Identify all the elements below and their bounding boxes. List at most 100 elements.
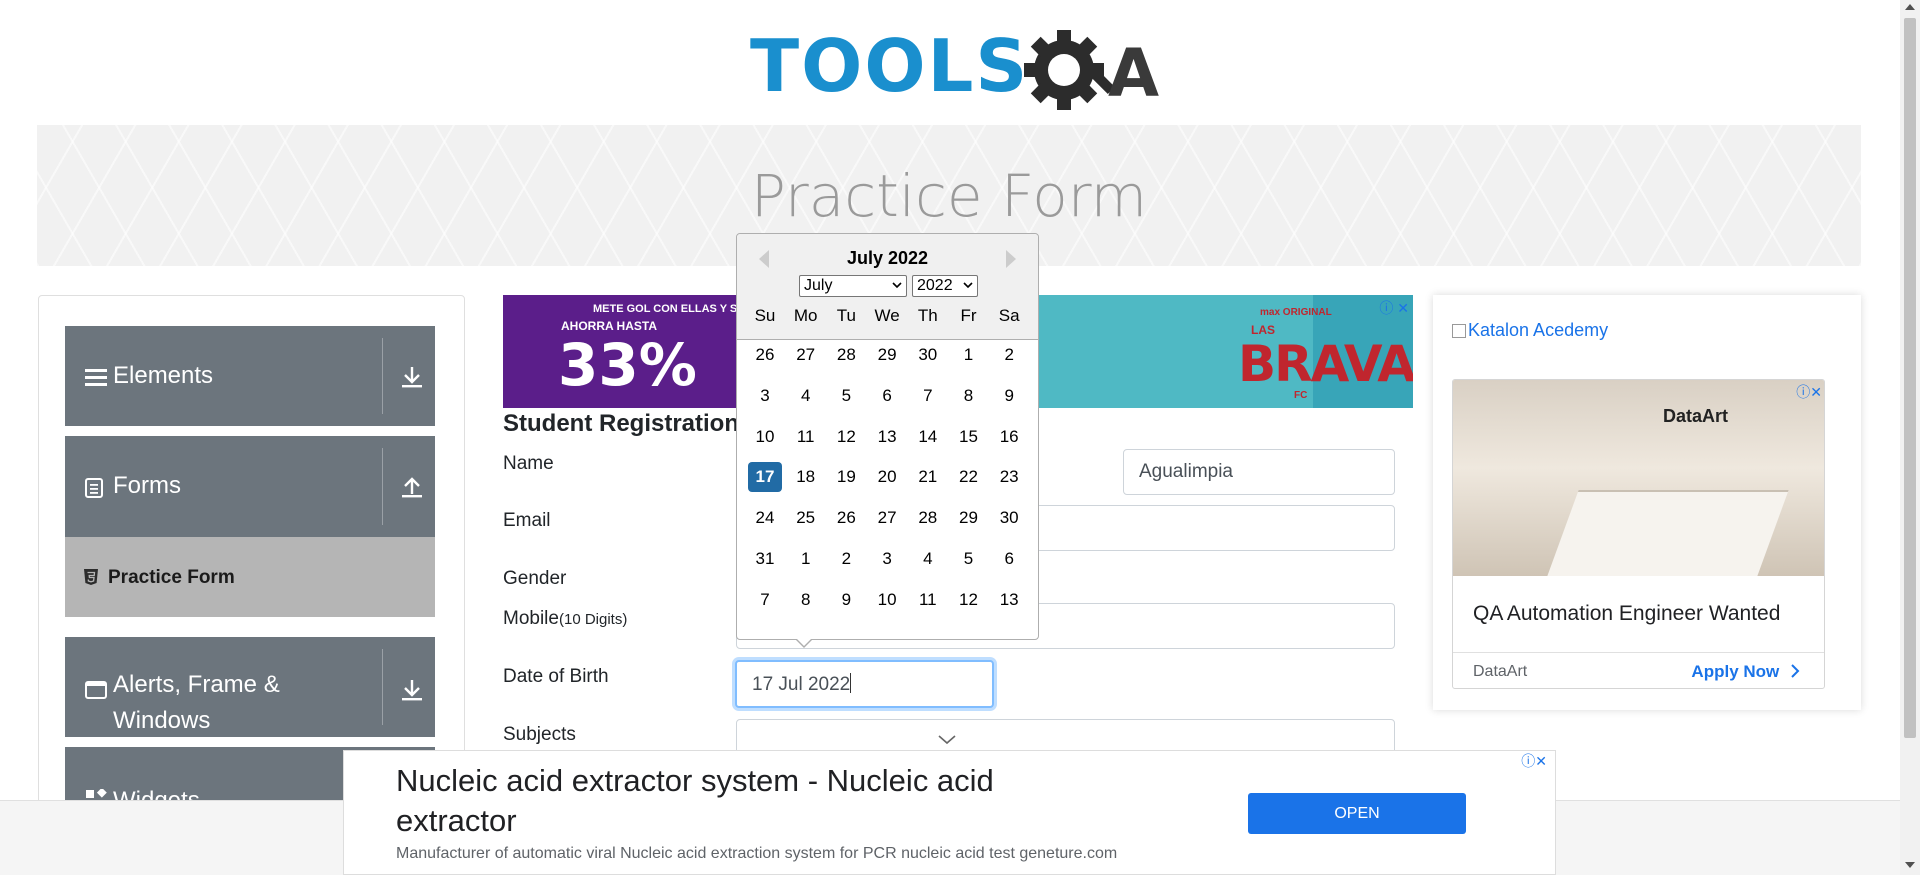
day-cell[interactable]: 12 [952, 585, 986, 615]
next-month-icon[interactable] [1006, 250, 1016, 268]
day-selected[interactable]: 17 [748, 462, 782, 493]
day-cell[interactable]: 28 [829, 340, 863, 370]
weekday-label: Fr [960, 306, 977, 325]
day-cell[interactable]: 13 [870, 422, 904, 452]
month-select[interactable]: July [799, 275, 907, 297]
scrollbar[interactable] [1900, 0, 1920, 875]
day-cell[interactable]: 11 [911, 585, 945, 615]
scroll-up-icon[interactable] [1905, 4, 1915, 10]
day-cell[interactable]: 29 [870, 340, 904, 370]
ad-brand: DataArt [1473, 663, 1528, 680]
day-cell[interactable]: 3 [870, 544, 904, 574]
day-cell[interactable]: 5 [829, 381, 863, 411]
katalon-ad-text: Katalon Acedemy [1468, 320, 1609, 340]
toolsqa-logo[interactable]: TOOLS A [750, 18, 1159, 114]
day-cell[interactable]: 29 [952, 503, 986, 533]
last-name-input[interactable]: Agualimpia [1123, 449, 1395, 495]
day-cell[interactable]: 8 [952, 381, 986, 411]
day-cell[interactable]: 30 [911, 340, 945, 370]
day-cell[interactable]: 18 [789, 462, 823, 492]
date-of-birth-input[interactable]: 17 Jul 2022 [735, 660, 994, 708]
sidebar-group-label: Forms [113, 472, 181, 499]
day-cell[interactable]: 31 [748, 544, 782, 574]
day-cell[interactable]: 26 [748, 340, 782, 370]
day-cell[interactable]: 13 [992, 585, 1026, 615]
scrollbar-thumb[interactable] [1904, 18, 1916, 738]
day-cell[interactable]: 7 [748, 585, 782, 615]
day-cell[interactable]: 9 [992, 381, 1026, 411]
apply-now-button[interactable]: Apply Now [1691, 662, 1800, 682]
day-cell[interactable]: 20 [870, 462, 904, 492]
day-cell[interactable]: 16 [992, 422, 1026, 452]
download-icon[interactable] [399, 364, 425, 390]
day-cell[interactable]: 25 [789, 503, 823, 533]
year-select[interactable]: 2022 [912, 275, 978, 297]
day-cell[interactable]: 26 [829, 503, 863, 533]
sidebar-group-alerts[interactable]: Alerts, Frame & Windows [65, 637, 435, 737]
ad-description: Manufacturer of automatic viral Nucleic … [396, 845, 1118, 862]
day-cell[interactable]: 28 [911, 503, 945, 533]
divider [1453, 652, 1824, 653]
divider [382, 338, 383, 414]
dob-value: 17 Jul 2022 [752, 674, 851, 695]
sidebar-group-elements[interactable]: Elements [65, 326, 435, 426]
day-cell[interactable]: 21 [911, 462, 945, 492]
chevron-right-icon [1791, 664, 1800, 678]
day-cell[interactable]: 6 [870, 381, 904, 411]
day-cell[interactable]: 1 [952, 340, 986, 370]
katalon-ad-link[interactable]: Katalon Acedemy [1452, 320, 1608, 341]
day-cell[interactable]: 30 [992, 503, 1026, 533]
day-cell[interactable]: 27 [789, 340, 823, 370]
ad-banner-bottom[interactable]: Nucleic acid extractor system - Nucleic … [343, 750, 1556, 875]
ad-headline[interactable]: Nucleic acid extractor system - Nucleic … [396, 761, 1116, 841]
day-cell[interactable]: 15 [952, 422, 986, 452]
day-cell[interactable]: 27 [870, 503, 904, 533]
download-icon[interactable] [399, 677, 425, 703]
ad-close-icon[interactable]: ⓘ✕ [1521, 751, 1547, 771]
upload-icon[interactable] [399, 474, 425, 500]
day-cell[interactable]: 10 [748, 422, 782, 452]
hamburger-icon [85, 369, 107, 386]
day-cell[interactable]: 5 [952, 544, 986, 574]
day-cell[interactable]: 6 [992, 544, 1026, 574]
day-cell[interactable]: 10 [870, 585, 904, 615]
label-mobile-text: Mobile [503, 608, 559, 629]
day-cell[interactable]: 2 [992, 340, 1026, 370]
scroll-down-icon[interactable] [1905, 862, 1915, 868]
day-cell[interactable]: 14 [911, 422, 945, 452]
dataart-ad-card[interactable]: DataArt ⓘ✕ QA Automation Engineer Wanted… [1452, 379, 1825, 689]
ad-sidebar-right: Katalon Acedemy DataArt ⓘ✕ QA Automation… [1433, 295, 1861, 710]
day-cell[interactable]: 8 [789, 585, 823, 615]
label-mobile-hint: (10 Digits) [558, 611, 628, 628]
sidebar: Elements Forms Practice Form Alerts, Fra… [38, 295, 465, 815]
logo-suffix: A [1108, 35, 1159, 112]
chevron-down-icon [963, 282, 973, 289]
day-cell[interactable]: 22 [952, 462, 986, 492]
ad-text: METE GOL CON ELLAS Y SE [593, 303, 745, 315]
open-button[interactable]: OPEN [1248, 793, 1466, 834]
day-cell[interactable]: 12 [829, 422, 863, 452]
day-cell[interactable]: 4 [911, 544, 945, 574]
ad-photo: DataArt ⓘ✕ [1453, 380, 1824, 576]
weekday-label: Mo [793, 306, 818, 325]
day-cell[interactable]: 19 [829, 462, 863, 492]
day-cell[interactable]: 9 [829, 585, 863, 615]
day-cell[interactable]: 4 [789, 381, 823, 411]
label-dob: Date of Birth [503, 666, 609, 687]
ad-close-icon[interactable]: ⓘ ✕ [1379, 298, 1409, 318]
ad-close-icon[interactable]: ⓘ✕ [1796, 382, 1822, 402]
day-cell[interactable]: 7 [911, 381, 945, 411]
day-cell[interactable]: 11 [789, 422, 823, 452]
day-cell[interactable]: 24 [748, 503, 782, 533]
sidebar-group-forms[interactable]: Forms [65, 436, 435, 537]
form-heading: Student Registration [503, 410, 740, 437]
weekday-label: Th [917, 306, 938, 325]
ad-headline[interactable]: QA Automation Engineer Wanted [1473, 602, 1780, 626]
day-cell[interactable]: 1 [789, 544, 823, 574]
day-cell[interactable]: 23 [992, 462, 1026, 492]
day-cell[interactable]: 3 [748, 381, 782, 411]
sidebar-item-practice-form[interactable]: Practice Form [65, 537, 435, 617]
day-cell[interactable]: 2 [829, 544, 863, 574]
chevron-down-icon [938, 735, 956, 745]
gear-q-icon: A [1024, 30, 1159, 112]
